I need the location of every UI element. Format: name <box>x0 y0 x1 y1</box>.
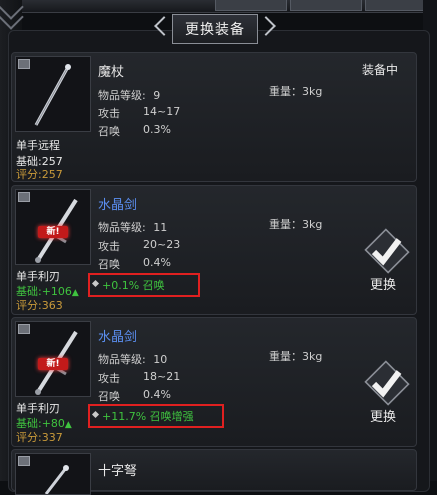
item-name: 魔杖 <box>98 65 125 80</box>
item-slot <box>15 453 91 495</box>
swap-button[interactable]: 更换 <box>362 360 410 425</box>
summon-row: 召唤 0.4% <box>98 388 171 404</box>
item-type: 单手利刃 <box>16 402 60 415</box>
item-card-equipped[interactable]: 单手远程 基础:257 评分:257 魔杖 物品等级: 9 攻击 14~17 召… <box>11 52 417 182</box>
item-weight: 重量：3kg <box>269 85 323 98</box>
attack-label: 攻击 <box>98 372 120 385</box>
item-level-value: 10 <box>153 353 168 366</box>
wand-icon <box>34 64 71 126</box>
swap-label: 更换 <box>370 410 397 425</box>
attack-label: 攻击 <box>98 107 120 120</box>
summon-value: 0.4% <box>143 388 171 401</box>
gem-icon <box>91 410 100 419</box>
item-score: 评分:257 <box>16 168 63 181</box>
new-badge: 新! <box>38 358 68 370</box>
attack-value: 20~23 <box>143 238 181 251</box>
item-card[interactable]: 新! 单手利刃 基础:+106▲ 评分:363 水晶剑 物品等级: 11 攻击 … <box>11 185 417 315</box>
attack-row: 攻击 20~23 <box>98 238 180 254</box>
summon-label: 召唤 <box>98 125 120 138</box>
attack-label: 攻击 <box>98 240 120 253</box>
bonus-text: +0.1% 召唤 <box>102 279 165 292</box>
item-level-value: 9 <box>153 89 161 102</box>
item-level-row: 物品等级: 11 <box>98 219 167 235</box>
item-slot: 新! <box>15 189 91 265</box>
item-weight: 重量：3kg <box>269 218 323 231</box>
bonus-text: +11.7% 召唤增强 <box>102 410 194 423</box>
item-level-value: 11 <box>153 221 168 234</box>
item-score: 评分:337 <box>16 431 63 444</box>
item-level-label: 物品等级: <box>98 89 146 102</box>
up-arrow-icon: ▲ <box>71 288 79 298</box>
summon-row: 召唤 0.4% <box>98 256 171 272</box>
top-tab-strip <box>0 0 437 13</box>
item-card[interactable]: 新! 单手利刃 基础:+80▲ 评分:337 水晶剑 物品等级: 10 攻击 1… <box>11 317 417 447</box>
summon-label: 召唤 <box>98 258 120 271</box>
item-type: 单手远程 <box>16 139 60 152</box>
item-score: 评分:363 <box>16 299 63 312</box>
title-plate: 更换装备 <box>172 14 258 44</box>
item-type: 单手利刃 <box>16 270 60 283</box>
equipped-status: 装备中 <box>362 63 399 77</box>
item-level-row: 物品等级: 9 <box>98 87 160 103</box>
item-slot: 新! <box>15 321 91 397</box>
attack-row: 攻击 14~17 <box>98 105 180 121</box>
item-name: 十字弩 <box>98 464 138 479</box>
up-arrow-icon: ▲ <box>64 420 72 430</box>
gem-icon <box>91 279 100 288</box>
summon-row: 召唤 0.3% <box>98 123 171 139</box>
swap-button[interactable]: 更换 <box>362 228 410 293</box>
summon-label: 召唤 <box>98 390 120 403</box>
crossbow-icon <box>44 465 69 494</box>
item-level-label: 物品等级: <box>98 221 146 234</box>
new-badge: 新! <box>38 226 68 238</box>
item-name: 水晶剑 <box>98 330 138 345</box>
attack-row: 攻击 18~21 <box>98 370 180 386</box>
item-slot <box>15 56 91 132</box>
swap-label: 更换 <box>370 278 397 293</box>
item-level-label: 物品等级: <box>98 353 146 366</box>
item-weight: 重量：3kg <box>269 350 323 363</box>
top-tab[interactable] <box>290 0 362 11</box>
top-tab[interactable] <box>215 0 287 11</box>
item-card[interactable]: 十字弩 <box>11 449 417 495</box>
panel-title: 更换装备 <box>160 14 270 44</box>
item-name: 水晶剑 <box>98 198 138 213</box>
check-icon <box>371 370 402 398</box>
attack-value: 18~21 <box>143 370 181 383</box>
bonus-highlight: +11.7% 召唤增强 <box>88 404 224 428</box>
check-icon <box>371 238 402 266</box>
summon-value: 0.4% <box>143 256 171 269</box>
summon-value: 0.3% <box>143 123 171 136</box>
bonus-highlight: +0.1% 召唤 <box>88 273 200 297</box>
attack-value: 14~17 <box>143 105 181 118</box>
item-level-row: 物品等级: 10 <box>98 351 167 367</box>
